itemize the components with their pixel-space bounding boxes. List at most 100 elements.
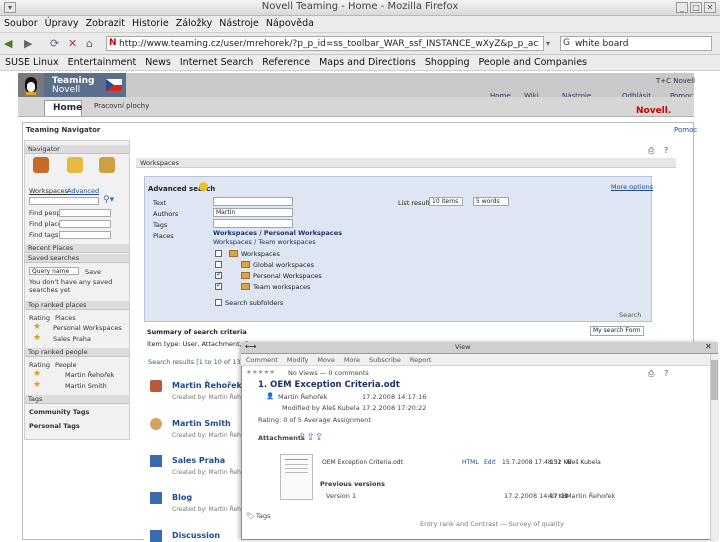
popup-titlebar[interactable]: ⟷ View ✕ (241, 342, 718, 354)
popup-tab-comment[interactable]: Comment (241, 354, 282, 364)
popup-scroll-thumb[interactable] (711, 360, 718, 400)
search-engine-icon[interactable]: G (563, 38, 570, 48)
quick-search-input[interactable] (29, 197, 99, 205)
version-label[interactable]: Version 1 (326, 492, 356, 500)
menu-history[interactable]: Historie (128, 16, 172, 29)
document-title[interactable]: 1. OEM Exception Criteria.odt (258, 380, 400, 390)
result-name[interactable]: Martin Smith (172, 419, 231, 428)
find-people-input[interactable] (59, 209, 111, 217)
popup-close-icon[interactable]: ✕ (705, 342, 712, 351)
tree-item-team[interactable]: Team workspaces (253, 283, 310, 291)
places-icon[interactable] (67, 157, 83, 173)
novell-logo: Novell. (636, 106, 672, 116)
attachment-html-link[interactable]: HTML (462, 459, 479, 466)
popup-tab-modify[interactable]: Modify (282, 354, 313, 364)
help-link[interactable]: Pomoc (674, 126, 697, 134)
tree-checkbox-checked[interactable]: ✓ (215, 281, 222, 290)
minimize-icon[interactable]: _ (676, 2, 688, 13)
tree-checkbox-checked[interactable]: ✓ (215, 270, 222, 279)
menu-help[interactable]: Nápověda (262, 16, 317, 29)
help-icon[interactable]: ? (664, 146, 668, 155)
close-icon[interactable]: ✕ (704, 2, 716, 13)
tree-checkbox[interactable] (215, 250, 222, 257)
attachment-edit-link[interactable]: Edit (484, 459, 496, 466)
menu-tools[interactable]: Nástroje (215, 16, 262, 29)
rating-stars-icon[interactable]: ★★★★★ (246, 368, 275, 376)
result-name[interactable]: Sales Praha (172, 456, 225, 465)
save-search-button[interactable]: Save (85, 268, 101, 276)
result-name[interactable]: Martin Řehořek (172, 381, 242, 390)
menu-file[interactable]: Soubor (0, 16, 41, 29)
attachment-thumbnail[interactable] (280, 454, 313, 500)
bookmark-maps[interactable]: Maps and Directions (314, 55, 420, 68)
tab-workspaces[interactable]: Pracovní plochy (94, 102, 149, 110)
text-input[interactable] (213, 197, 293, 206)
popup-tab-more[interactable]: More (339, 354, 364, 364)
advanced-link[interactable]: Advanced (67, 187, 99, 195)
resize-icon[interactable]: ⟷ (245, 342, 256, 351)
window-menu-icon[interactable]: ▾ (4, 2, 16, 13)
bookmark-entertainment[interactable]: Entertainment (63, 55, 141, 68)
menu-view[interactable]: Zobrazit (82, 16, 128, 29)
find-places-input[interactable] (59, 220, 111, 228)
bookmark-news[interactable]: News (140, 55, 175, 68)
subfolders-checkbox[interactable] (215, 299, 222, 306)
community-tags-link[interactable]: Community Tags (29, 408, 89, 416)
menu-edit[interactable]: Úpravy (41, 16, 82, 29)
popup-help-icon[interactable]: ? (664, 369, 668, 378)
bookmark-reference[interactable]: Reference (257, 55, 314, 68)
maximize-icon[interactable]: □ (690, 2, 702, 13)
home-icon[interactable]: ⌂ (86, 37, 93, 50)
popup-tags-label[interactable]: Tags (256, 512, 270, 520)
popup-print-icon[interactable]: ⎙ (648, 369, 654, 379)
query-name-input[interactable]: Query name (29, 267, 79, 275)
bookmark-suse[interactable]: SUSE Linux (0, 55, 63, 68)
popup-tab-move[interactable]: Move (312, 354, 338, 364)
tree-item-workspaces[interactable]: Workspaces (241, 250, 280, 258)
items-select[interactable]: 10 items (429, 197, 463, 206)
top-person-1[interactable]: Martin Řehořek (65, 371, 114, 379)
attachment-name[interactable]: OEM Exception Criteria.odt (322, 459, 403, 466)
top-place-1[interactable]: Personal Workspaces (53, 324, 122, 332)
tab-home[interactable]: Home (44, 100, 82, 116)
search-button[interactable]: Search (619, 311, 641, 319)
web-search-input[interactable]: G white board (560, 36, 712, 51)
forward-icon[interactable]: ▶ (24, 37, 32, 50)
quick-search-icon[interactable]: ⚲▾ (103, 195, 114, 205)
modifier-name[interactable]: Aleš Kubela (322, 404, 360, 412)
tags-icon[interactable] (99, 157, 115, 173)
my-search-form-button[interactable]: My search Form (590, 326, 644, 336)
recent-places-header[interactable]: Recent Places (25, 244, 129, 253)
words-select[interactable]: 5 words (473, 197, 509, 206)
menu-bookmarks[interactable]: Záložky (172, 16, 216, 29)
popup-tab-subscribe[interactable]: Subscribe (364, 354, 405, 364)
personal-tags-link[interactable]: Personal Tags (29, 422, 80, 430)
bookmark-people[interactable]: People and Companies (474, 55, 591, 68)
stop-icon[interactable]: ✕ (68, 37, 77, 50)
people-icon[interactable] (33, 157, 49, 173)
tags-input[interactable] (213, 219, 293, 228)
print-icon[interactable]: ⎙ (648, 146, 654, 156)
result-name[interactable]: Blog (172, 493, 192, 502)
tree-item-personal[interactable]: Personal Workspaces (253, 272, 322, 280)
site-favicon-icon: N (109, 38, 117, 48)
top-person-2[interactable]: Martin Smith (65, 382, 107, 390)
result-name[interactable]: Discussion (172, 531, 220, 540)
bookmark-shopping[interactable]: Shopping (420, 55, 474, 68)
reload-icon[interactable]: ⟳ (50, 37, 59, 50)
author-name[interactable]: Martin Řehořek (278, 393, 327, 401)
url-bar[interactable]: N http://www.teaming.cz/user/mrehorek/?p… (106, 36, 544, 51)
authors-input[interactable]: Martin (213, 208, 293, 217)
bookmark-internet-search[interactable]: Internet Search (175, 55, 257, 68)
go-dropdown-icon[interactable]: ▾ (546, 39, 550, 48)
top-place-2[interactable]: Sales Praha (53, 335, 91, 343)
attach-files-icon[interactable]: ⇪⇪⇪ (298, 432, 323, 443)
tree-checkbox[interactable] (215, 261, 222, 268)
popup-tab-report[interactable]: Report (405, 354, 436, 364)
find-tags-input[interactable] (59, 231, 111, 239)
back-icon[interactable]: ◀ (4, 37, 12, 50)
more-options-link[interactable]: More options (611, 183, 653, 191)
tree-item-global[interactable]: Global workspaces (253, 261, 314, 269)
workspace-crumb[interactable]: Workspaces (140, 159, 179, 167)
workspaces-link[interactable]: Workspaces (29, 187, 68, 195)
